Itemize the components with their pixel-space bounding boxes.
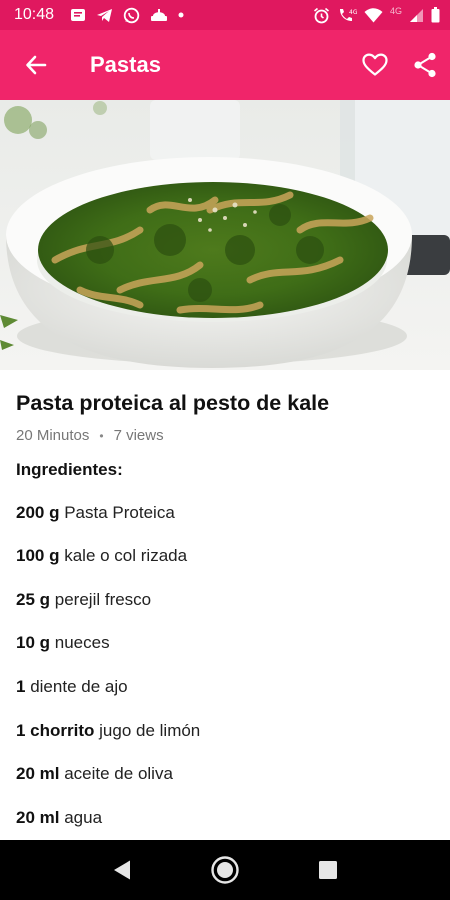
status-time: 10:48	[14, 6, 55, 23]
alarm-icon	[313, 7, 329, 23]
whatsapp-icon	[123, 7, 140, 23]
ingredient-item: 1 chorrito jugo de limón	[16, 720, 436, 742]
nav-recents-button[interactable]	[298, 840, 358, 900]
battery-icon	[431, 7, 440, 23]
ingredient-quantity: 200 g	[16, 502, 60, 522]
heart-icon	[362, 53, 388, 76]
ingredient-item: 100 g kale o col rizada	[16, 545, 436, 567]
recipe-duration: 20 Minutos	[16, 427, 90, 444]
nav-back-button[interactable]	[92, 840, 152, 900]
app-bar: Pastas	[0, 30, 450, 100]
app-bar-actions	[350, 30, 450, 100]
ingredient-name: perejil fresco	[54, 589, 152, 609]
arrow-back-icon	[26, 55, 47, 75]
ingredient-quantity: 20 ml	[16, 764, 60, 784]
meta-separator: •	[99, 428, 104, 443]
svg-text:4G: 4G	[349, 9, 357, 16]
ingredient-quantity: 100 g	[16, 546, 60, 566]
status-bar: 10:48 4G 4G	[0, 0, 450, 30]
notification-icons	[70, 7, 184, 24]
recipe-content: Pasta proteica al pesto de kale 20 Minut…	[16, 388, 436, 829]
ingredient-quantity: 10 g	[16, 633, 51, 653]
ingredient-item: 25 g perejil fresco	[16, 589, 436, 611]
ingredient-item: 20 ml aceite de oliva	[16, 763, 436, 785]
ingredient-name: kale o col rizada	[64, 546, 188, 566]
favorite-button[interactable]	[350, 30, 400, 100]
ingredient-name: diente de ajo	[30, 676, 128, 696]
volte-icon: 4G	[339, 9, 357, 21]
ingredient-name: Pasta Proteica	[64, 502, 175, 522]
home-circle-icon	[211, 856, 239, 884]
ingredient-item: 1 diente de ajo	[16, 676, 436, 698]
back-button[interactable]	[0, 30, 72, 100]
ingredient-item: 10 g nueces	[16, 632, 436, 654]
wifi-icon	[364, 7, 383, 22]
ingredient-name: agua	[64, 807, 103, 827]
ingredient-name: jugo de limón	[99, 720, 201, 740]
share-button[interactable]	[400, 30, 450, 100]
recipe-image	[0, 100, 450, 370]
telegram-icon	[97, 8, 113, 22]
page-title: Pastas	[90, 52, 161, 77]
message-icon	[71, 9, 86, 21]
recipe-views: 7 views	[113, 427, 164, 444]
dot-icon	[178, 12, 184, 18]
ingredient-quantity: 1 chorrito	[16, 720, 95, 740]
system-icons: 4G 4G	[313, 6, 440, 24]
system-nav-bar	[0, 840, 450, 900]
signal-icon	[410, 8, 423, 22]
ingredient-name: nueces	[54, 633, 110, 653]
recents-square-icon	[319, 861, 338, 879]
back-triangle-icon	[113, 860, 130, 880]
food-app-icon	[151, 8, 168, 21]
ingredients-heading: Ingredientes:	[16, 460, 123, 479]
network-type-label: 4G	[389, 6, 402, 16]
ingredient-name: aceite de oliva	[64, 764, 173, 784]
recipe-meta: 20 Minutos • 7 views	[16, 427, 436, 444]
nav-home-button[interactable]	[195, 840, 255, 900]
ingredient-quantity: 20 ml	[16, 807, 60, 827]
ingredient-item: 200 g Pasta Proteica	[16, 502, 436, 524]
ingredient-quantity: 1	[16, 676, 26, 696]
ingredient-quantity: 25 g	[16, 589, 51, 609]
share-icon	[414, 52, 436, 78]
ingredient-item: 20 ml agua	[16, 807, 436, 829]
recipe-title: Pasta proteica al pesto de kale	[16, 391, 330, 415]
